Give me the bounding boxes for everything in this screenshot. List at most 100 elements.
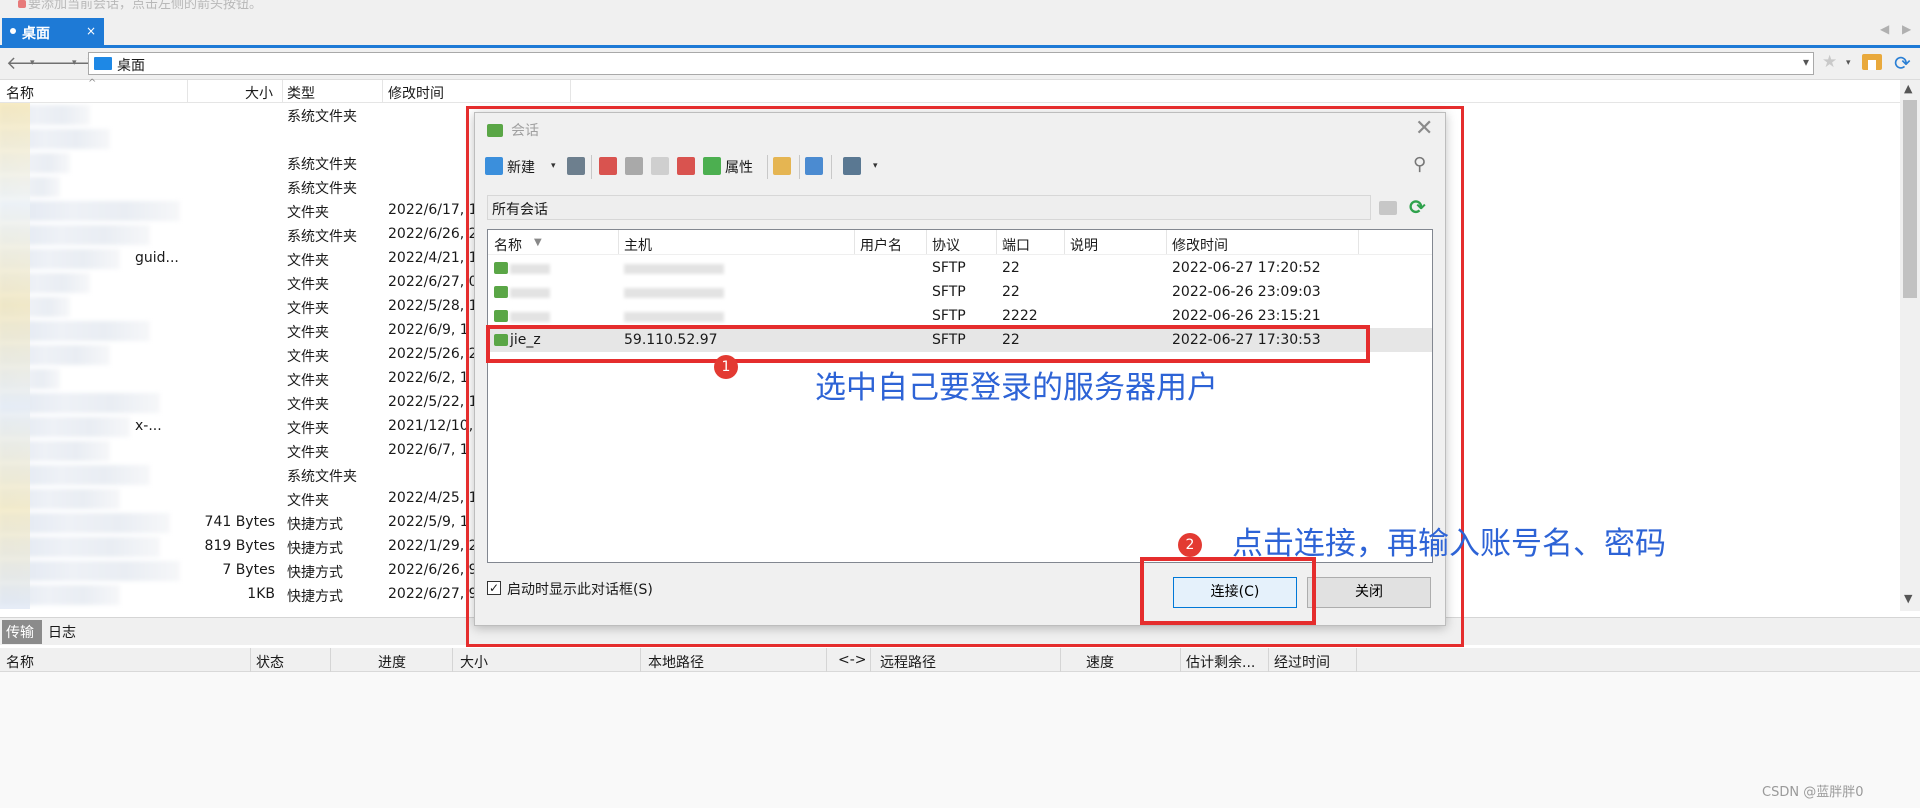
- file-type: 文件夹: [287, 445, 329, 461]
- transfer-column-size[interactable]: 大小: [460, 652, 488, 672]
- file-type: 文件夹: [287, 421, 329, 437]
- file-type: 文件夹: [287, 349, 329, 365]
- file-name-fragment: guid...: [135, 250, 179, 266]
- file-modified: 2022/6/26, 2: [388, 226, 478, 242]
- session-arrow-icon: [18, 0, 26, 8]
- file-modified: 2022/6/26, 9: [388, 562, 478, 578]
- transfer-column-progress[interactable]: 进度: [378, 652, 406, 672]
- tab-log[interactable]: 日志: [48, 622, 76, 642]
- file-modified: 2022/6/2, 1: [388, 370, 469, 386]
- file-modified: 2022/6/9, 1: [388, 322, 469, 338]
- file-modified: 2022/1/29, 2: [388, 538, 478, 554]
- file-modified: 2022/5/9, 1: [388, 514, 469, 530]
- file-type: 文件夹: [287, 301, 329, 317]
- refresh-icon[interactable]: ⟳: [1894, 51, 1911, 75]
- file-type: 系统文件夹: [287, 157, 357, 173]
- step-badge-1: 1: [714, 355, 738, 379]
- watermark: CSDN @蓝胖胖0: [1762, 785, 1864, 800]
- transfer-list[interactable]: [0, 672, 1920, 808]
- transfer-column-local-path[interactable]: 本地路径: [648, 652, 704, 672]
- file-type: 文件夹: [287, 397, 329, 413]
- file-type: 文件夹: [287, 205, 329, 221]
- file-size: 819 Bytes: [204, 538, 275, 554]
- file-type: 系统文件夹: [287, 229, 357, 245]
- home-icon[interactable]: [1862, 54, 1882, 70]
- file-modified: 2022/6/27, 0: [388, 274, 478, 290]
- file-type: 系统文件夹: [287, 181, 357, 197]
- back-dropdown-icon[interactable]: ▾: [30, 58, 35, 68]
- forward-dropdown-icon[interactable]: ▾: [72, 58, 77, 68]
- file-list-header: 名称 ^ 大小 类型 修改时间: [0, 78, 1920, 103]
- file-type: 文件夹: [287, 373, 329, 389]
- tab-desktop[interactable]: 桌面 ×: [2, 18, 104, 45]
- tab-scroll-right-icon[interactable]: ▶: [1902, 22, 1911, 36]
- file-type: 文件夹: [287, 325, 329, 341]
- transfer-list-header: 名称 状态 进度 大小 本地路径 <-> 远程路径 速度 估计剩余... 经过时…: [0, 648, 1920, 672]
- column-name[interactable]: 名称: [6, 83, 34, 103]
- column-divider[interactable]: [1180, 648, 1181, 672]
- favorites-star-icon[interactable]: ★: [1822, 52, 1837, 72]
- column-size[interactable]: 大小: [245, 83, 273, 103]
- file-type: 快捷方式: [287, 541, 343, 557]
- file-list-scrollbar[interactable]: ▲ ▼: [1900, 80, 1920, 611]
- file-modified: 2022/6/7, 1: [388, 442, 469, 458]
- column-modified[interactable]: 修改时间: [388, 83, 444, 103]
- column-divider[interactable]: [282, 80, 283, 103]
- column-divider[interactable]: [1060, 648, 1061, 672]
- top-hint-text: 要添加当前会话，点击左侧的箭头按钮。: [28, 0, 263, 12]
- path-combobox[interactable]: 桌面 ▾: [88, 52, 1814, 75]
- file-type: 文件夹: [287, 493, 329, 509]
- transfer-column-speed[interactable]: 速度: [1086, 652, 1114, 672]
- folder-icon: [94, 57, 112, 70]
- transfer-column-remote-path[interactable]: 远程路径: [880, 652, 936, 672]
- column-divider[interactable]: [570, 80, 571, 103]
- blurred-file-icons: [0, 103, 30, 609]
- tab-bar: 桌面 × ◀ ▶: [0, 16, 1920, 45]
- file-modified: 2022/4/21, 1: [388, 250, 478, 266]
- scroll-down-icon[interactable]: ▼: [1904, 592, 1912, 605]
- file-type: 系统文件夹: [287, 469, 357, 485]
- file-type: 文件夹: [287, 277, 329, 293]
- file-type: 文件夹: [287, 253, 329, 269]
- path-text: 桌面: [117, 58, 145, 74]
- scrollbar-thumb[interactable]: [1903, 100, 1917, 298]
- transfer-column-direction[interactable]: <->: [838, 652, 867, 668]
- file-name-fragment: x-...: [135, 418, 162, 434]
- file-modified: 2021/12/10,: [388, 418, 474, 434]
- annotation-select-session: 选中自己要登录的服务器用户: [815, 370, 1218, 406]
- highlight-session-row: [486, 325, 1370, 363]
- column-divider[interactable]: [250, 648, 251, 672]
- column-divider[interactable]: [1268, 648, 1269, 672]
- tab-scroll-left-icon[interactable]: ◀: [1880, 22, 1889, 36]
- file-type: 系统文件夹: [287, 109, 357, 125]
- annotation-click-connect: 点击连接，再输入账号名、密码: [1232, 526, 1666, 562]
- tab-desktop-label: 桌面: [22, 26, 50, 42]
- file-size: 741 Bytes: [204, 514, 275, 530]
- file-type: 快捷方式: [287, 517, 343, 533]
- column-divider[interactable]: [1356, 648, 1357, 672]
- path-dropdown-icon[interactable]: ▾: [1803, 55, 1809, 69]
- column-type[interactable]: 类型: [287, 83, 315, 103]
- file-type: 快捷方式: [287, 589, 343, 605]
- tab-status-dot-icon: [10, 28, 16, 34]
- column-divider[interactable]: [382, 80, 383, 103]
- file-modified: 2022/6/27, 9: [388, 586, 478, 602]
- column-divider[interactable]: [826, 648, 827, 672]
- scroll-up-icon[interactable]: ▲: [1904, 82, 1912, 95]
- tab-transfer[interactable]: 传输: [2, 620, 42, 644]
- transfer-column-status[interactable]: 状态: [256, 652, 284, 672]
- transfer-column-eta[interactable]: 估计剩余...: [1186, 652, 1255, 672]
- top-hint-bar: 要添加当前会话，点击左侧的箭头按钮。: [0, 0, 1920, 16]
- tab-close-icon[interactable]: ×: [86, 24, 96, 38]
- file-modified: 2022/4/25, 1: [388, 490, 478, 506]
- file-size: 7 Bytes: [222, 562, 275, 578]
- favorites-dropdown-icon[interactable]: ▾: [1846, 58, 1851, 68]
- file-modified: 2022/5/26, 2: [388, 346, 478, 362]
- column-divider[interactable]: [640, 648, 641, 672]
- transfer-column-name[interactable]: 名称: [6, 652, 34, 672]
- column-divider[interactable]: [187, 80, 188, 103]
- column-divider[interactable]: [452, 648, 453, 672]
- transfer-column-elapsed[interactable]: 经过时间: [1274, 652, 1330, 672]
- column-divider[interactable]: [870, 648, 871, 672]
- column-divider[interactable]: [330, 648, 331, 672]
